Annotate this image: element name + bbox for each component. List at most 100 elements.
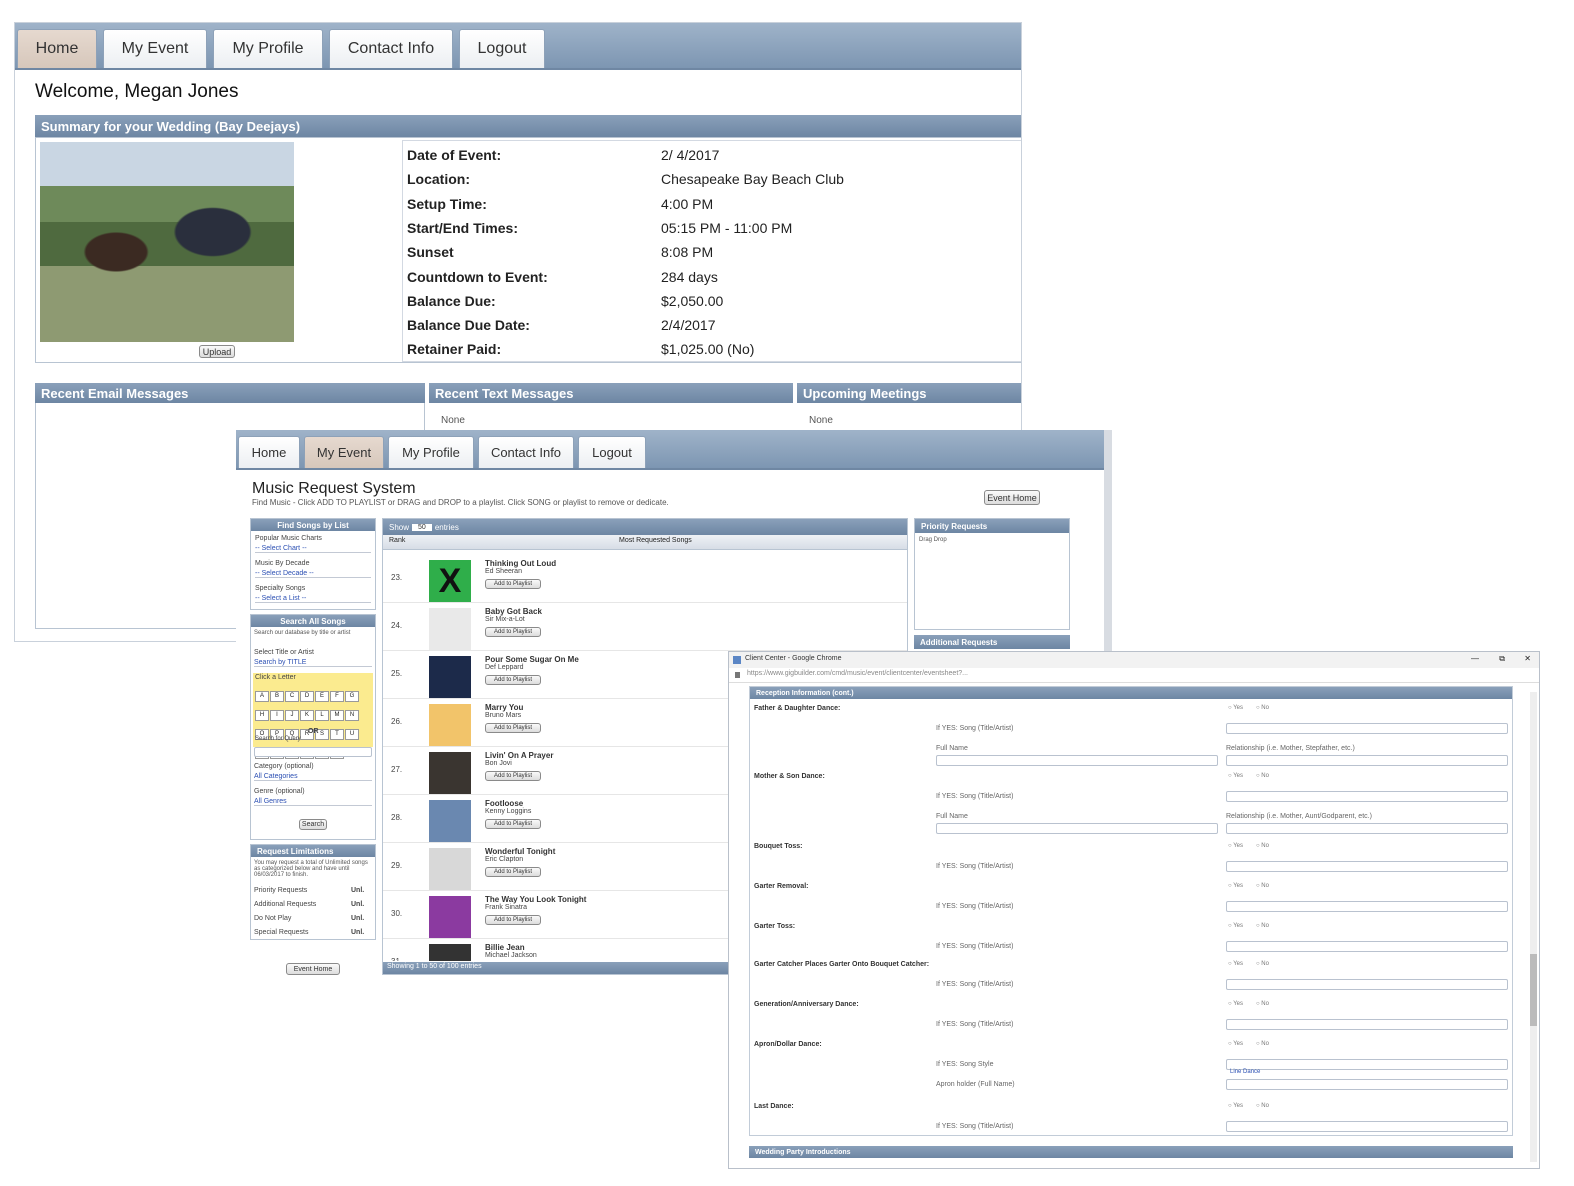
- search-type-select[interactable]: Search by TITLE: [254, 659, 372, 667]
- decade-select[interactable]: -- Select Decade --: [255, 570, 371, 578]
- music-scrollbar[interactable]: [1104, 430, 1112, 660]
- browser-scroll-thumb[interactable]: [1530, 954, 1537, 1026]
- full-name-input[interactable]: [936, 755, 1218, 766]
- minimize-icon[interactable]: —: [1471, 654, 1479, 663]
- yes-radio[interactable]: ○ Yes: [1228, 1001, 1243, 1007]
- no-radio[interactable]: ○ No: [1256, 883, 1269, 889]
- letter-button[interactable]: M: [330, 710, 344, 721]
- song-title-input[interactable]: [1226, 1019, 1508, 1030]
- add-to-playlist-button[interactable]: Add to Playlist: [485, 771, 541, 781]
- specialty-select[interactable]: -- Select a List --: [255, 595, 371, 603]
- full-name-input[interactable]: [936, 823, 1218, 834]
- letter-button[interactable]: D: [300, 691, 314, 702]
- category-select[interactable]: All Categories: [254, 773, 372, 781]
- popular-charts-select[interactable]: -- Select Chart --: [255, 545, 371, 553]
- tab-logout[interactable]: Logout: [459, 29, 545, 68]
- extra-input[interactable]: [1226, 1079, 1508, 1090]
- tab-home[interactable]: Home: [17, 29, 97, 68]
- genre-select[interactable]: All Genres: [254, 798, 372, 806]
- tab-my-profile[interactable]: My Profile: [388, 436, 474, 468]
- upload-button[interactable]: Upload: [199, 345, 235, 358]
- letter-button[interactable]: H: [255, 710, 269, 721]
- yes-radio[interactable]: ○ Yes: [1228, 923, 1243, 929]
- priority-drop-zone[interactable]: Drag Drop: [919, 537, 947, 543]
- yes-radio[interactable]: ○ Yes: [1228, 843, 1243, 849]
- letter-button[interactable]: I: [270, 710, 284, 721]
- add-to-playlist-button[interactable]: Add to Playlist: [485, 819, 541, 829]
- no-radio[interactable]: ○ No: [1256, 705, 1269, 711]
- tab-contact-info[interactable]: Contact Info: [329, 29, 453, 68]
- yes-radio[interactable]: ○ Yes: [1228, 1103, 1243, 1109]
- no-radio[interactable]: ○ No: [1256, 923, 1269, 929]
- letter-button[interactable]: N: [345, 710, 359, 721]
- yes-radio[interactable]: ○ Yes: [1228, 705, 1243, 711]
- song-title[interactable]: Marry You: [485, 703, 523, 712]
- address-bar[interactable]: https://www.gigbuilder.com/cmd/music/eve…: [729, 668, 1539, 683]
- no-radio[interactable]: ○ No: [1256, 1103, 1269, 1109]
- no-radio[interactable]: ○ No: [1256, 773, 1269, 779]
- show-entries-select[interactable]: 50: [412, 523, 432, 531]
- letter-button[interactable]: U: [345, 729, 359, 740]
- song-row[interactable]: 23. X Thinking Out Loud Ed Sheeran Add t…: [383, 555, 907, 603]
- song-title[interactable]: Wonderful Tonight: [485, 847, 555, 856]
- apron-style-select[interactable]: Line Dance: [1226, 1059, 1508, 1075]
- add-to-playlist-button[interactable]: Add to Playlist: [485, 627, 541, 637]
- song-title-input[interactable]: [1226, 861, 1508, 872]
- song-title[interactable]: Baby Got Back: [485, 607, 542, 616]
- add-to-playlist-button[interactable]: Add to Playlist: [485, 867, 541, 877]
- tab-my-event[interactable]: My Event: [304, 436, 384, 468]
- tab-home[interactable]: Home: [238, 436, 300, 468]
- restore-icon[interactable]: ⧉: [1499, 654, 1505, 664]
- letter-button[interactable]: L: [315, 710, 329, 721]
- letter-button[interactable]: C: [285, 691, 299, 702]
- letter-button[interactable]: A: [255, 691, 269, 702]
- letter-button[interactable]: B: [270, 691, 284, 702]
- tab-my-event[interactable]: My Event: [103, 29, 207, 68]
- add-to-playlist-button[interactable]: Add to Playlist: [485, 675, 541, 685]
- letter-button[interactable]: F: [330, 691, 344, 702]
- song-title-input[interactable]: [1226, 901, 1508, 912]
- song-title[interactable]: Footloose: [485, 799, 523, 808]
- song-title-input[interactable]: [1226, 941, 1508, 952]
- add-to-playlist-button[interactable]: Add to Playlist: [485, 723, 541, 733]
- song-title[interactable]: The Way You Look Tonight: [485, 895, 586, 904]
- add-to-playlist-button[interactable]: Add to Playlist: [485, 579, 541, 589]
- yes-radio[interactable]: ○ Yes: [1228, 883, 1243, 889]
- extra-input[interactable]: [1226, 823, 1508, 834]
- event-home-bottom-button[interactable]: Event Home: [286, 963, 340, 975]
- song-title-input[interactable]: [1226, 723, 1508, 734]
- query-input[interactable]: [254, 747, 372, 757]
- song-title[interactable]: Livin' On A Prayer: [485, 751, 553, 760]
- song-title[interactable]: Pour Some Sugar On Me: [485, 655, 579, 664]
- rank-column-header[interactable]: Rank: [389, 537, 405, 544]
- add-to-playlist-button[interactable]: Add to Playlist: [485, 915, 541, 925]
- event-home-button[interactable]: Event Home: [984, 490, 1040, 505]
- song-row[interactable]: 24. Baby Got Back Sir Mix-a-Lot Add to P…: [383, 603, 907, 651]
- no-radio[interactable]: ○ No: [1256, 843, 1269, 849]
- no-radio[interactable]: ○ No: [1256, 1001, 1269, 1007]
- yes-radio[interactable]: ○ Yes: [1228, 773, 1243, 779]
- no-radio[interactable]: ○ No: [1256, 1041, 1269, 1047]
- tab-contact-info[interactable]: Contact Info: [478, 436, 574, 468]
- tab-my-profile[interactable]: My Profile: [213, 29, 323, 68]
- letter-button[interactable]: T: [330, 729, 344, 740]
- letter-button[interactable]: J: [285, 710, 299, 721]
- song-title-input[interactable]: [1226, 979, 1508, 990]
- letter-button[interactable]: G: [345, 691, 359, 702]
- no-radio[interactable]: ○ No: [1256, 961, 1269, 967]
- tab-logout[interactable]: Logout: [578, 436, 646, 468]
- extra-input[interactable]: [1226, 755, 1508, 766]
- search-button[interactable]: Search: [299, 819, 327, 830]
- song-title[interactable]: Thinking Out Loud: [485, 559, 556, 568]
- close-icon[interactable]: ✕: [1524, 654, 1531, 663]
- song-title[interactable]: Billie Jean: [485, 943, 525, 952]
- browser-scrollbar[interactable]: [1530, 692, 1537, 1162]
- yes-radio[interactable]: ○ Yes: [1228, 1041, 1243, 1047]
- songs-column-header[interactable]: Most Requested Songs: [619, 537, 692, 544]
- song-title-input[interactable]: [1226, 1121, 1508, 1132]
- letter-button[interactable]: E: [315, 691, 329, 702]
- priority-requests-header: Priority Requests: [915, 519, 1069, 533]
- letter-button[interactable]: K: [300, 710, 314, 721]
- yes-radio[interactable]: ○ Yes: [1228, 961, 1243, 967]
- song-title-input[interactable]: [1226, 791, 1508, 802]
